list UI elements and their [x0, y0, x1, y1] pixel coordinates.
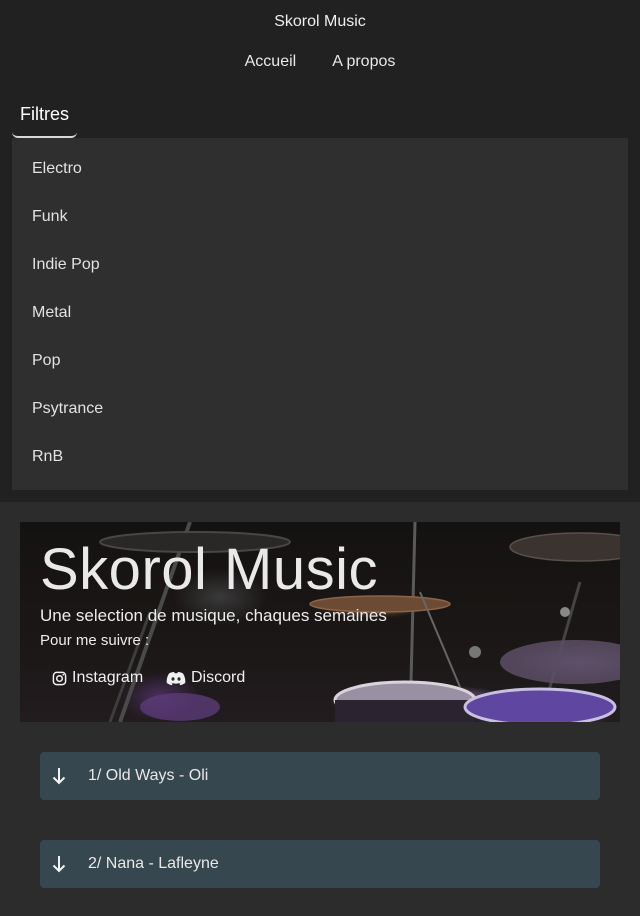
filter-item-indie-pop[interactable]: Indie Pop — [12, 234, 628, 282]
track-title: 1/ Old Ways - Oli — [88, 767, 209, 784]
hero-title: Skorol Music — [40, 537, 378, 602]
arrow-down-icon — [52, 855, 66, 878]
filter-item-funk[interactable]: Funk — [12, 186, 628, 234]
filter-item-rnb[interactable]: RnB — [12, 426, 628, 474]
filter-item-pop[interactable]: Pop — [12, 330, 628, 378]
follow-label: Pour me suivre : — [40, 632, 150, 649]
instagram-icon — [52, 671, 67, 686]
nav-link-a-propos[interactable]: A propos — [332, 53, 395, 71]
main-nav: Accueil A propos — [0, 53, 640, 71]
top-app-bar: Skorol Music Accueil A propos Filtres El… — [0, 0, 640, 502]
track-title: 2/ Nana - Lafleyne — [88, 855, 219, 872]
instagram-label: Instagram — [72, 669, 144, 686]
filter-item-electro[interactable]: Electro — [12, 138, 628, 186]
filter-item-psytrance[interactable]: Psytrance — [12, 378, 628, 426]
discord-label: Discord — [191, 669, 246, 686]
track-item[interactable]: 2/ Nana - Lafleyne — [40, 840, 600, 888]
instagram-link[interactable]: Instagram — [52, 668, 143, 688]
arrow-down-icon — [52, 767, 66, 790]
filters-tab[interactable]: Filtres — [12, 97, 77, 138]
hero-banner: Skorol Music Une selection de musique, c… — [20, 522, 620, 722]
site-title: Skorol Music — [274, 13, 366, 30]
filter-item-metal[interactable]: Metal — [12, 282, 628, 330]
nav-link-accueil[interactable]: Accueil — [245, 53, 297, 71]
filters-list: Electro Funk Indie Pop Metal Pop Psytran… — [12, 138, 628, 490]
discord-icon — [166, 671, 186, 686]
track-item[interactable]: 1/ Old Ways - Oli — [40, 752, 600, 800]
hero-subtitle: Une selection de musique, chaques semain… — [40, 606, 387, 625]
discord-link[interactable]: Discord — [166, 668, 245, 688]
